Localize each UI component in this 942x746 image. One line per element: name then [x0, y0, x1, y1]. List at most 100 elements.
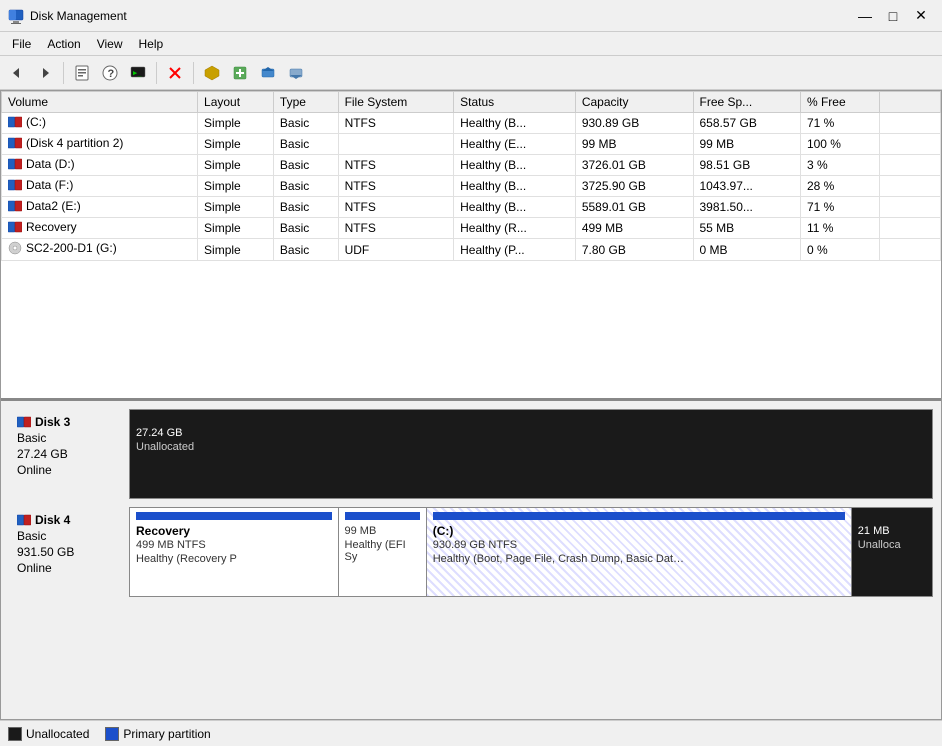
cell-pct: 28 % [800, 176, 879, 197]
cell-volume: Data (F:) [2, 176, 198, 197]
cell-free: 0 MB [693, 239, 800, 261]
cell-fs: NTFS [338, 155, 454, 176]
disk-label: Disk 3 Basic 27.24 GB Online [9, 409, 129, 499]
cell-layout: Simple [198, 155, 274, 176]
cell-free: 99 MB [693, 134, 800, 155]
cell-extra [879, 134, 940, 155]
close-button[interactable]: ✕ [908, 3, 934, 29]
cell-pct: 3 % [800, 155, 879, 176]
toolbar-sep-2 [156, 62, 157, 84]
disk-size: 931.50 GB [17, 545, 121, 559]
table-row[interactable]: Data2 (E:) Simple Basic NTFS Healthy (B.… [2, 197, 941, 218]
new-simple-button[interactable] [227, 60, 253, 86]
cell-pct: 71 % [800, 113, 879, 134]
cell-pct: 0 % [800, 239, 879, 261]
cell-extra [879, 239, 940, 261]
menu-help[interactable]: Help [131, 35, 172, 53]
disk-type: Basic [17, 431, 121, 445]
status-bar: Unallocated Primary partition [0, 720, 942, 746]
cell-layout: Simple [198, 176, 274, 197]
minimize-button[interactable]: — [852, 3, 878, 29]
cell-volume: (C:) [2, 113, 198, 134]
cell-type: Basic [273, 239, 338, 261]
cell-layout: Simple [198, 239, 274, 261]
extend-button[interactable] [255, 60, 281, 86]
cell-extra [879, 197, 940, 218]
table-row[interactable]: Data (D:) Simple Basic NTFS Healthy (B..… [2, 155, 941, 176]
col-extra[interactable] [879, 92, 940, 113]
disk-partitions: 27.24 GBUnallocated [129, 409, 933, 499]
cell-type: Basic [273, 134, 338, 155]
back-button[interactable] [4, 60, 30, 86]
delete-button[interactable] [162, 60, 188, 86]
table-header-row: Volume Layout Type File System Status Ca… [2, 92, 941, 113]
cell-free: 1043.97... [693, 176, 800, 197]
col-pctfree[interactable]: % Free [800, 92, 879, 113]
maximize-button[interactable]: □ [880, 3, 906, 29]
cell-fs: NTFS [338, 218, 454, 239]
disk-name: Disk 4 [17, 513, 121, 527]
col-volume[interactable]: Volume [2, 92, 198, 113]
menu-file[interactable]: File [4, 35, 39, 53]
menu-view[interactable]: View [89, 35, 131, 53]
cell-layout: Simple [198, 197, 274, 218]
partition-block[interactable]: 99 MBHealthy (EFI Sy [339, 508, 427, 596]
cell-capacity: 3725.90 GB [575, 176, 693, 197]
cell-status: Healthy (P... [454, 239, 576, 261]
cell-extra [879, 176, 940, 197]
toolbar: ? ▶_ [0, 56, 942, 90]
disk-name: Disk 3 [17, 415, 121, 429]
legend-unallocated-label: Unallocated [26, 727, 89, 741]
cell-capacity: 7.80 GB [575, 239, 693, 261]
disk-row-1: Disk 4 Basic 931.50 GB Online Recovery49… [9, 507, 933, 597]
legend-primary-label: Primary partition [123, 727, 210, 741]
cell-volume: Data (D:) [2, 155, 198, 176]
cell-fs: UDF [338, 239, 454, 261]
table-row[interactable]: (Disk 4 partition 2) Simple Basic Health… [2, 134, 941, 155]
col-capacity[interactable]: Capacity [575, 92, 693, 113]
cell-status: Healthy (B... [454, 113, 576, 134]
window-title: Disk Management [30, 9, 852, 23]
cell-volume: SC2-200-D1 (G:) [2, 239, 198, 261]
disk-size: 27.24 GB [17, 447, 121, 461]
table-row[interactable]: Data (F:) Simple Basic NTFS Healthy (B..… [2, 176, 941, 197]
console-button[interactable]: ▶_ [125, 60, 151, 86]
col-freespace[interactable]: Free Sp... [693, 92, 800, 113]
partition-block[interactable]: Recovery499 MB NTFSHealthy (Recovery P [130, 508, 339, 596]
cell-fs: NTFS [338, 113, 454, 134]
menu-action[interactable]: Action [39, 35, 88, 53]
col-filesystem[interactable]: File System [338, 92, 454, 113]
col-type[interactable]: Type [273, 92, 338, 113]
disk-pane: Disk 3 Basic 27.24 GB Online 27.24 GBUna… [1, 401, 941, 719]
col-layout[interactable]: Layout [198, 92, 274, 113]
cell-status: Healthy (B... [454, 197, 576, 218]
properties-button[interactable] [69, 60, 95, 86]
cell-type: Basic [273, 218, 338, 239]
shrink-button[interactable] [283, 60, 309, 86]
disk-partitions: Recovery499 MB NTFSHealthy (Recovery P99… [129, 507, 933, 597]
table-pane: Volume Layout Type File System Status Ca… [1, 91, 941, 401]
partition-block[interactable]: (C:)930.89 GB NTFSHealthy (Boot, Page Fi… [427, 508, 852, 596]
cell-capacity: 930.89 GB [575, 113, 693, 134]
cell-type: Basic [273, 197, 338, 218]
legend-unallocated: Unallocated [8, 727, 89, 741]
window-controls: — □ ✕ [852, 3, 934, 29]
svg-text:▶_: ▶_ [133, 69, 142, 77]
cell-free: 3981.50... [693, 197, 800, 218]
format-button[interactable] [199, 60, 225, 86]
cell-extra [879, 113, 940, 134]
table-row[interactable]: SC2-200-D1 (G:) Simple Basic UDF Healthy… [2, 239, 941, 261]
table-row[interactable]: (C:) Simple Basic NTFS Healthy (B... 930… [2, 113, 941, 134]
help-button[interactable]: ? [97, 60, 123, 86]
svg-text:?: ? [108, 68, 115, 80]
cell-extra [879, 218, 940, 239]
partition-block[interactable]: 27.24 GBUnallocated [130, 410, 932, 498]
forward-button[interactable] [32, 60, 58, 86]
volume-table: Volume Layout Type File System Status Ca… [1, 91, 941, 261]
cell-free: 55 MB [693, 218, 800, 239]
cell-fs: NTFS [338, 176, 454, 197]
partition-block[interactable]: 21 MBUnalloca [852, 508, 932, 596]
col-status[interactable]: Status [454, 92, 576, 113]
table-row[interactable]: Recovery Simple Basic NTFS Healthy (R...… [2, 218, 941, 239]
cell-pct: 71 % [800, 197, 879, 218]
